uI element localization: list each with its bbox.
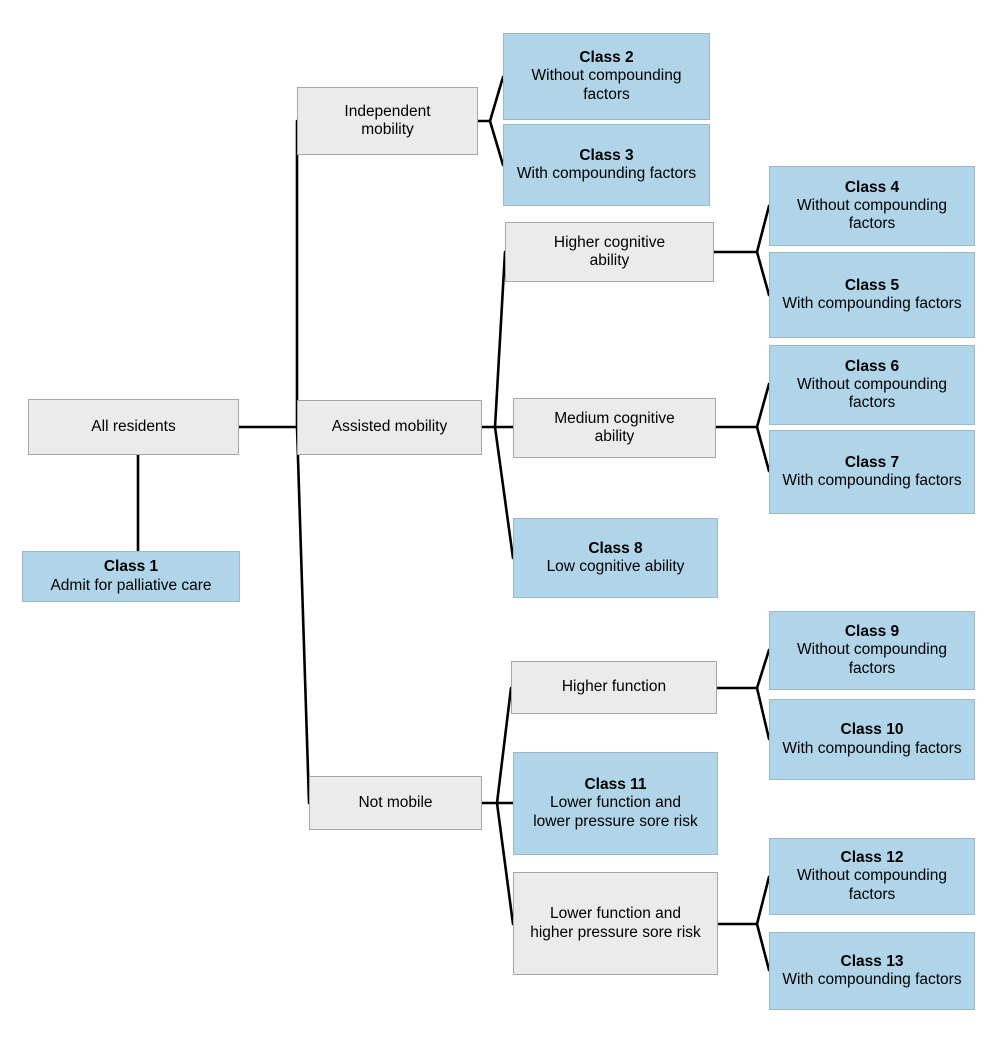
node-class-10[interactable]: Class 10 With compounding factors bbox=[769, 699, 975, 780]
node-class-3-desc: With compounding factors bbox=[516, 165, 697, 182]
node-class-13-title: Class 13 bbox=[840, 952, 904, 970]
node-class-6[interactable]: Class 6 Without compounding factors bbox=[769, 345, 975, 425]
node-medium-cognitive-ability-label: Medium cognitive ability bbox=[554, 409, 675, 445]
node-class-4[interactable]: Class 4 Without compounding factors bbox=[769, 166, 975, 246]
edge-highercog-class5 bbox=[755, 250, 771, 297]
node-all-residents[interactable]: All residents bbox=[28, 399, 239, 455]
node-class-6-desc: Without compounding factors bbox=[797, 375, 947, 412]
edge-higherfunc-class9 bbox=[755, 648, 771, 690]
node-assisted-mobility-label: Assisted mobility bbox=[331, 418, 448, 436]
node-class-2-title: Class 2 bbox=[579, 49, 634, 67]
node-class-13-desc: With compounding factors bbox=[782, 971, 962, 988]
node-higher-cognitive-ability-label: Higher cognitive ability bbox=[553, 233, 666, 269]
node-class-9-title: Class 9 bbox=[844, 623, 900, 641]
edge-lowerfunc-class13 bbox=[755, 922, 771, 972]
node-independent-mobility[interactable]: Independent mobility bbox=[297, 87, 478, 155]
edge-independent-class2 bbox=[488, 75, 505, 123]
node-class-5-desc: With compounding factors bbox=[782, 295, 962, 312]
node-class-12[interactable]: Class 12 Without compounding factors bbox=[769, 838, 975, 915]
node-higher-function-label: Higher function bbox=[561, 678, 667, 696]
node-class-6-title: Class 6 bbox=[844, 357, 900, 375]
node-class-10-title: Class 10 bbox=[840, 721, 904, 739]
node-class-5[interactable]: Class 5 With compounding factors bbox=[769, 252, 975, 338]
node-lower-function-higher-risk-label: Lower function and higher pressure sore … bbox=[530, 905, 701, 941]
node-class-2-desc: Without compounding factors bbox=[531, 67, 682, 103]
node-higher-function[interactable]: Higher function bbox=[511, 661, 717, 714]
node-class-5-title: Class 5 bbox=[844, 276, 900, 294]
edge-lowerfunc-class12 bbox=[755, 875, 771, 926]
edge-assisted-highercog bbox=[493, 250, 507, 429]
edge-mediumcog-class7 bbox=[755, 425, 771, 473]
edge-notmobile-higherfunc bbox=[495, 686, 513, 805]
node-not-mobile-label: Not mobile bbox=[358, 793, 433, 811]
edge-independent-class3 bbox=[488, 119, 505, 167]
decision-tree-diagram: All residents Class 1 Admit for palliati… bbox=[0, 0, 1001, 1051]
node-class-1-title: Class 1 bbox=[103, 558, 159, 576]
node-class-7[interactable]: Class 7 With compounding factors bbox=[769, 430, 975, 514]
edge-assisted-class8 bbox=[493, 425, 515, 560]
node-medium-cognitive-ability[interactable]: Medium cognitive ability bbox=[513, 398, 716, 458]
node-assisted-mobility[interactable]: Assisted mobility bbox=[297, 400, 482, 455]
edge-notmobile-lowerfunc bbox=[495, 801, 515, 926]
node-class-13[interactable]: Class 13 With compounding factors bbox=[769, 932, 975, 1010]
edge-highercog-class4 bbox=[755, 204, 771, 254]
node-class-12-desc: Without compounding factors bbox=[797, 867, 947, 903]
node-class-4-title: Class 4 bbox=[844, 178, 900, 196]
node-class-10-desc: With compounding factors bbox=[782, 739, 962, 757]
node-class-8-title: Class 8 bbox=[588, 539, 643, 557]
edge-mediumcog-class6 bbox=[755, 382, 771, 429]
node-class-7-title: Class 7 bbox=[844, 453, 900, 471]
node-class-3[interactable]: Class 3 With compounding factors bbox=[503, 124, 710, 206]
node-not-mobile[interactable]: Not mobile bbox=[309, 776, 482, 830]
node-class-9-desc: Without compounding factors bbox=[797, 641, 947, 677]
node-class-9[interactable]: Class 9 Without compounding factors bbox=[769, 611, 975, 690]
edge-root-notmobile bbox=[295, 425, 311, 805]
node-class-7-desc: With compounding factors bbox=[782, 472, 962, 489]
node-class-1-desc: Admit for palliative care bbox=[50, 576, 212, 594]
node-independent-mobility-label: Independent mobility bbox=[344, 102, 431, 138]
node-class-4-desc: Without compounding factors bbox=[797, 196, 947, 233]
node-higher-cognitive-ability[interactable]: Higher cognitive ability bbox=[505, 222, 714, 282]
node-lower-function-higher-risk[interactable]: Lower function and higher pressure sore … bbox=[513, 872, 718, 975]
node-class-11[interactable]: Class 11 Lower function and lower pressu… bbox=[513, 752, 718, 855]
node-class-3-title: Class 3 bbox=[579, 146, 634, 164]
node-class-8-desc: Low cognitive ability bbox=[546, 558, 685, 575]
edge-higherfunc-class10 bbox=[755, 686, 771, 741]
node-class-11-title: Class 11 bbox=[584, 776, 647, 794]
node-class-11-desc: Lower function and lower pressure sore r… bbox=[533, 794, 698, 830]
node-class-12-title: Class 12 bbox=[840, 849, 904, 867]
node-class-1[interactable]: Class 1 Admit for palliative care bbox=[22, 551, 240, 602]
node-all-residents-label: All residents bbox=[91, 417, 176, 435]
node-class-8[interactable]: Class 8 Low cognitive ability bbox=[513, 518, 718, 598]
node-class-2[interactable]: Class 2 Without compounding factors bbox=[503, 33, 710, 120]
